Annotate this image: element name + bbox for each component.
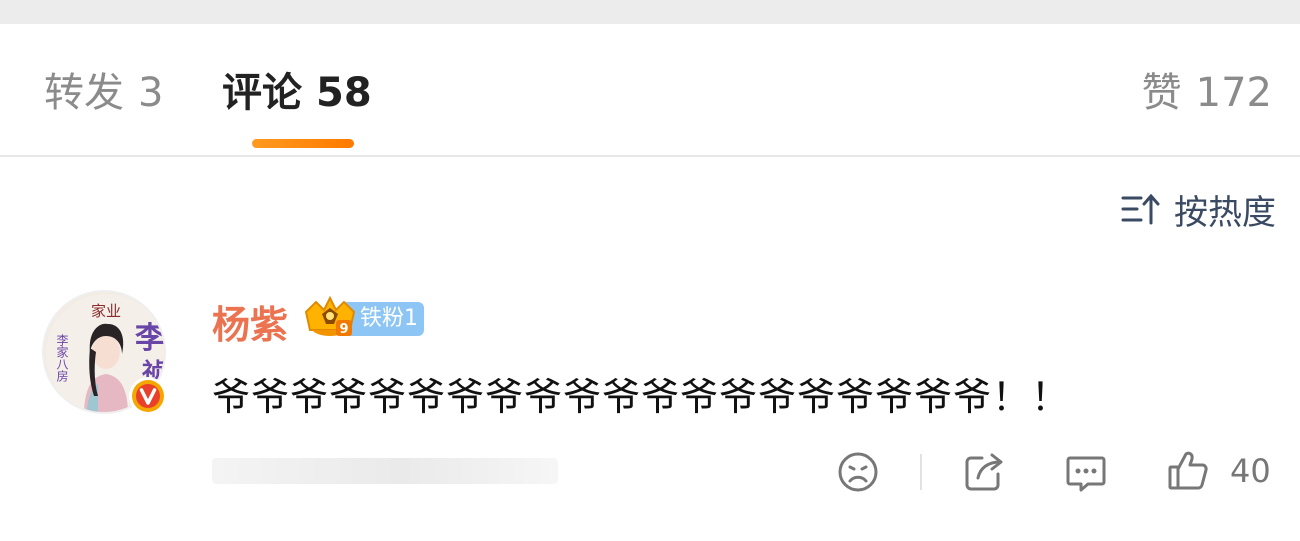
sort-icon [1121,193,1160,225]
action-separator [920,454,922,490]
avatar-text-li: 李 [135,321,165,356]
comment-meta-blurred [212,458,558,484]
like-count: 40 [1230,452,1271,490]
like-icon[interactable] [1166,448,1210,492]
tab-likes[interactable]: 赞 172 [1142,68,1272,118]
avatar[interactable]: 家业 李 祯 李家八房 [42,290,170,418]
tab-bar: 转发 3 评论 58 赞 172 [0,24,1300,157]
username[interactable]: 杨紫 [212,294,288,349]
reply-icon[interactable] [1064,450,1108,494]
tab-comments-label: 评论 [222,70,302,116]
avatar-text-lijiabafang: 李家八房 [55,333,69,382]
comment-item: 家业 李 祯 李家八房 杨紫 铁粉1 9 爷爷爷爷爷爷爷爷爷爷爷爷爷爷爷爷爷爷爷… [0,280,1300,520]
active-tab-indicator [252,139,354,148]
sort-button[interactable]: 按热度 [1120,187,1276,233]
tab-likes-label: 赞 [1141,70,1182,116]
tab-comments-count: 58 [316,70,372,116]
crown-level-number: 9 [339,322,348,337]
share-icon[interactable] [962,450,1006,494]
tab-reposts[interactable]: 转发 3 [44,68,163,118]
tab-comments[interactable]: 评论 58 [222,68,372,118]
dislike-icon[interactable] [836,450,880,494]
comment-text: 爷爷爷爷爷爷爷爷爷爷爷爷爷爷爷爷爷爷爷爷！！ [212,375,1071,419]
tab-divider [0,155,1300,157]
status-bar-strip [0,0,1300,24]
tab-reposts-label: 转发 [44,70,124,116]
tab-reposts-count: 3 [138,70,164,116]
crown-level-badge-icon: 9 [304,295,356,337]
verified-badge-icon [129,377,167,415]
avatar-text-jiaye: 家业 [91,302,121,320]
tab-likes-count: 172 [1195,70,1272,116]
sort-label: 按热度 [1174,192,1276,233]
